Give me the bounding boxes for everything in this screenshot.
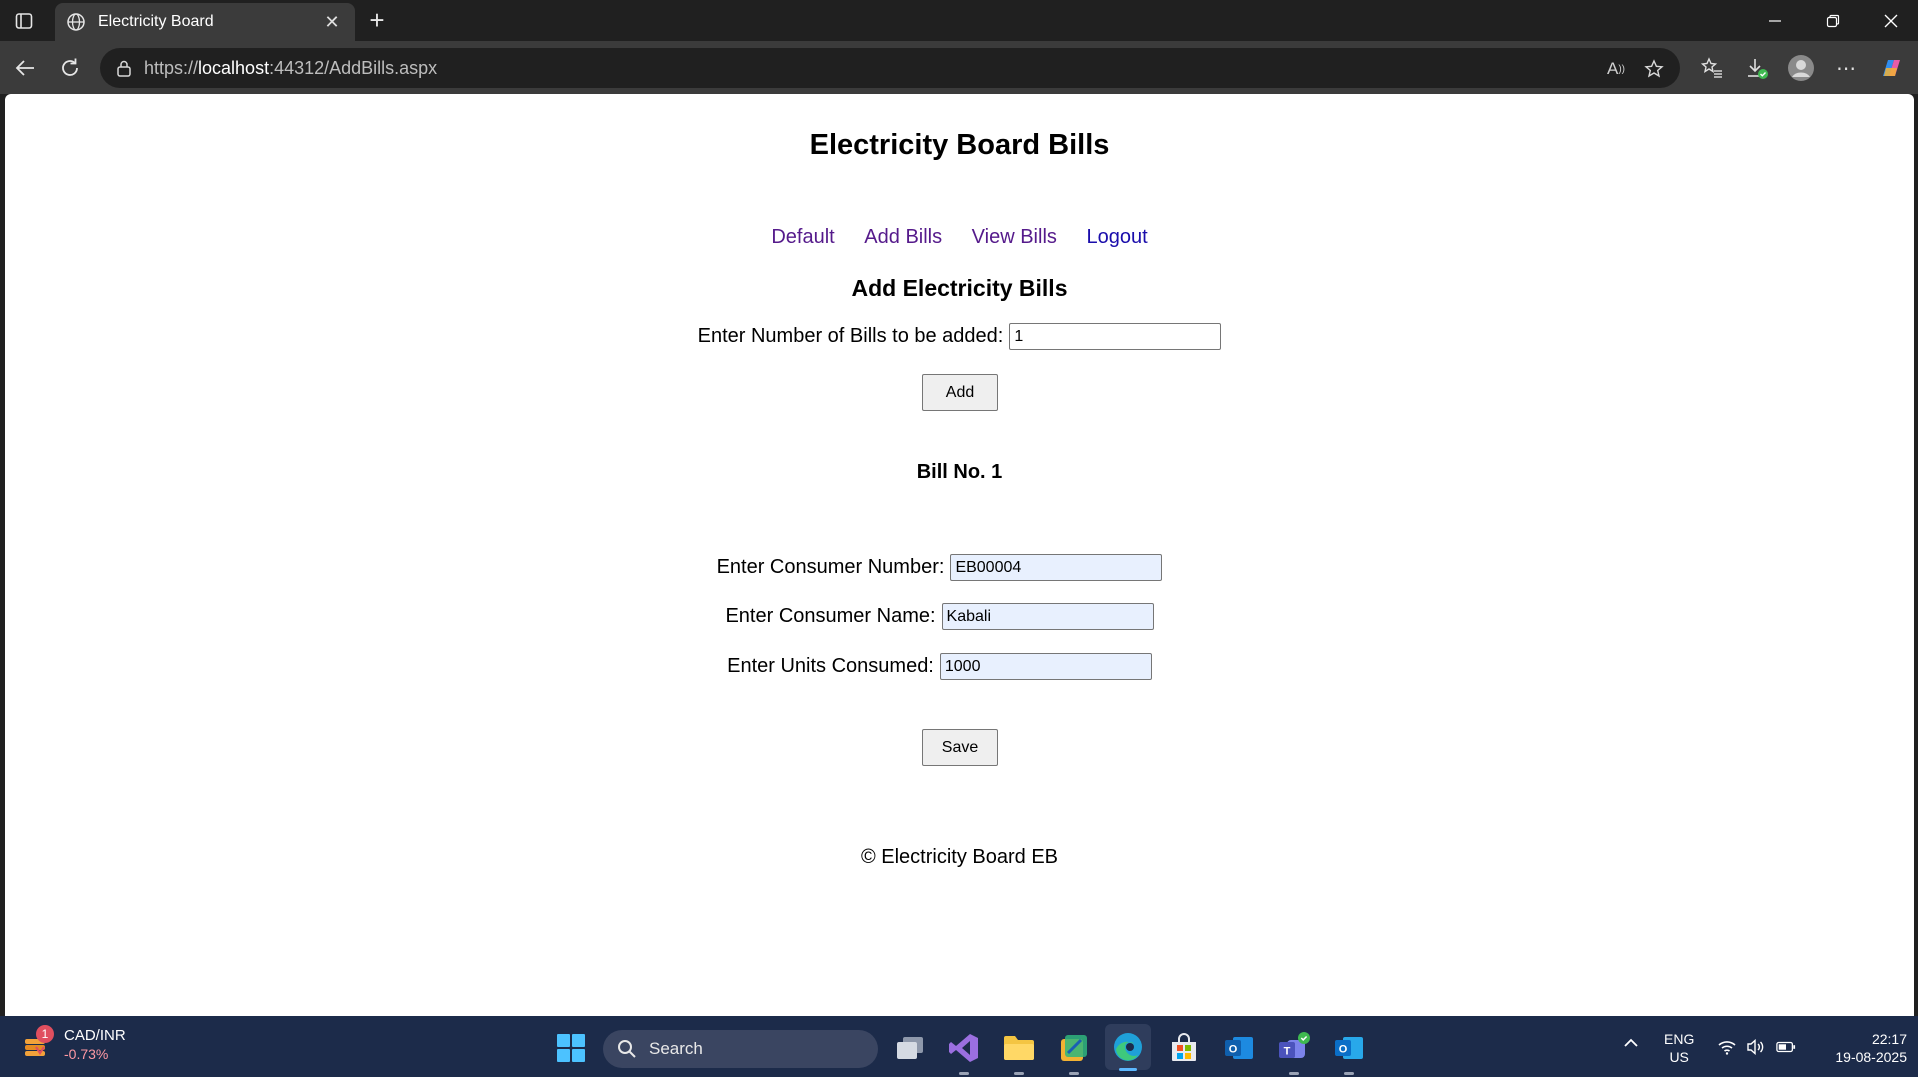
site-nav: Default Add Bills View Bills Logout xyxy=(5,226,1914,249)
browser-toolbar: https://localhost:44312/AddBills.aspx A)… xyxy=(0,41,1918,94)
input-language[interactable]: ENG US xyxy=(1664,1030,1694,1066)
consumer-number-input[interactable] xyxy=(950,554,1163,581)
add-button[interactable]: Add xyxy=(922,374,998,411)
new-tab-plus-icon[interactable]: + xyxy=(364,7,390,34)
bill-count-input[interactable] xyxy=(1009,323,1222,350)
svg-text:O: O xyxy=(1339,1044,1348,1056)
profile-avatar-icon[interactable] xyxy=(1787,54,1815,82)
tab-actions-icon[interactable] xyxy=(12,9,36,33)
consumer-name-row: Enter Consumer Name: xyxy=(0,603,1894,630)
page-viewport: Electricity Board Bills Default Add Bill… xyxy=(5,94,1914,1016)
address-bar[interactable]: https://localhost:44312/AddBills.aspx A)… xyxy=(100,48,1680,88)
consumer-number-row: Enter Consumer Number: xyxy=(0,554,1894,581)
file-explorer-icon[interactable] xyxy=(1002,1031,1036,1075)
copilot-icon[interactable] xyxy=(1877,54,1905,82)
outlook-icon[interactable]: O xyxy=(1222,1031,1256,1065)
weather-finance-widget[interactable]: 1 CAD/INR -0.73% xyxy=(22,1025,126,1064)
microsoft-store-icon[interactable] xyxy=(1167,1031,1201,1065)
currency-chart-icon: 1 xyxy=(22,1025,54,1061)
search-label: Search xyxy=(649,1039,703,1058)
page-title: Electricity Board Bills xyxy=(809,129,1110,161)
edge-browser-icon[interactable] xyxy=(1105,1024,1151,1071)
favorite-star-icon[interactable] xyxy=(1643,58,1665,80)
tab-title: Electricity Board xyxy=(98,13,214,30)
svg-text:T: T xyxy=(1284,1046,1291,1058)
nav-link-default[interactable]: Default xyxy=(771,226,834,248)
browser-tab-active[interactable]: Electricity Board ✕ xyxy=(55,3,355,41)
windows-start-icon[interactable] xyxy=(556,1033,586,1063)
tab-close-icon[interactable]: ✕ xyxy=(321,12,343,33)
favorites-icon[interactable] xyxy=(1698,54,1726,82)
lang-line-2: US xyxy=(1669,1049,1689,1065)
units-consumed-row: Enter Units Consumed: xyxy=(0,653,1894,680)
widget-change: -0.73% xyxy=(64,1046,109,1062)
task-view-icon[interactable] xyxy=(893,1031,927,1065)
bill-count-row-visible: Enter Number of Bills to be added: xyxy=(5,323,1914,350)
taskbar: 1 CAD/INR -0.73% Search O T O ENG US 22:… xyxy=(0,1016,1918,1077)
save-button[interactable]: Save xyxy=(922,729,998,766)
outlook-new-icon[interactable]: O xyxy=(1332,1031,1366,1075)
browser-tab-bar: Electricity Board ✕ + xyxy=(0,0,1918,41)
show-hidden-icons-chevron-icon[interactable] xyxy=(1623,1036,1639,1054)
restore-icon[interactable] xyxy=(1810,6,1856,36)
minimize-icon[interactable] xyxy=(1752,6,1798,36)
nav-link-view-bills[interactable]: View Bills xyxy=(972,226,1057,248)
lock-icon[interactable] xyxy=(114,58,134,78)
consumer-name-label: Enter Consumer Name: xyxy=(725,605,936,627)
battery-icon[interactable] xyxy=(1776,1038,1796,1056)
page-footer: © Electricity Board EB xyxy=(860,846,1059,868)
search-icon xyxy=(618,1040,636,1058)
units-consumed-input[interactable] xyxy=(939,653,1152,680)
consumer-number-label: Enter Consumer Number: xyxy=(716,556,945,578)
nav-link-add-bills[interactable]: Add Bills xyxy=(864,226,942,248)
downloads-icon[interactable] xyxy=(1743,54,1771,82)
snipping-tool-icon[interactable] xyxy=(1057,1031,1091,1075)
system-clock[interactable]: 22:17 19-08-2025 xyxy=(1812,1030,1907,1066)
nav-link-logout[interactable]: Logout xyxy=(1086,226,1147,248)
widget-title: CAD/INR xyxy=(64,1027,126,1044)
lang-line-1: ENG xyxy=(1664,1031,1695,1047)
section-title: Add Electricity Bills xyxy=(851,275,1068,301)
visual-studio-icon[interactable] xyxy=(947,1031,981,1075)
notification-badge: 1 xyxy=(36,1025,54,1043)
more-options-icon[interactable]: ⋯ xyxy=(1832,54,1860,82)
taskbar-search[interactable]: Search xyxy=(603,1030,878,1068)
read-aloud-icon[interactable]: A)) xyxy=(1605,58,1627,80)
url-text: https://localhost:44312/AddBills.aspx xyxy=(144,57,438,78)
wifi-icon[interactable] xyxy=(1717,1038,1737,1056)
back-arrow-icon[interactable] xyxy=(10,53,40,83)
clock-time: 22:17 xyxy=(1871,1031,1907,1047)
bill-number-heading: Bill No. 1 xyxy=(916,461,1003,483)
clock-date: 19-08-2025 xyxy=(1835,1049,1907,1065)
volume-icon[interactable] xyxy=(1746,1038,1766,1056)
refresh-icon[interactable] xyxy=(55,53,85,83)
close-window-icon[interactable] xyxy=(1868,6,1914,36)
globe-icon xyxy=(65,11,87,33)
units-consumed-label: Enter Units Consumed: xyxy=(727,655,934,677)
svg-text:O: O xyxy=(1229,1044,1238,1056)
consumer-name-input[interactable] xyxy=(941,603,1154,630)
bill-count-label: Enter Number of Bills to be added: xyxy=(697,325,1004,347)
teams-icon[interactable]: T xyxy=(1277,1031,1311,1075)
